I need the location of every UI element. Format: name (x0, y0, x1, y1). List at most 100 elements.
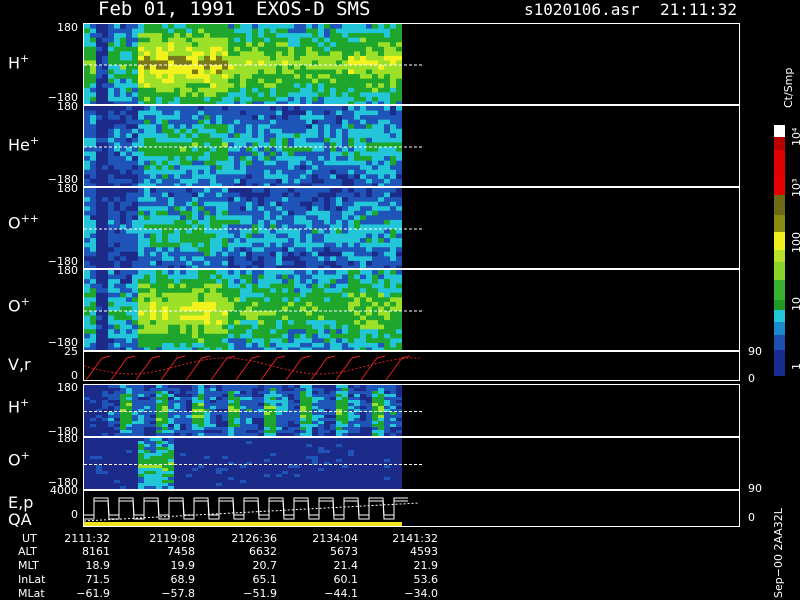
heatmap-cell (354, 301, 360, 307)
heatmap-cell (150, 418, 156, 422)
heatmap-cell (354, 137, 360, 143)
heatmap-cell (294, 165, 300, 171)
heatmap-cell (180, 233, 186, 239)
heatmap-cell (270, 338, 276, 344)
heatmap-cell (264, 124, 270, 130)
heatmap-cell (396, 124, 402, 130)
heatmap-cell (96, 24, 102, 30)
heatmap-cell (96, 83, 102, 89)
heatmap-cell (294, 430, 300, 434)
heatmap-cell (360, 219, 366, 225)
heatmap-cell (282, 160, 288, 166)
heatmap-cell (96, 69, 102, 75)
heatmap-cell (132, 279, 138, 285)
heatmap-cell (276, 110, 282, 116)
heatmap-cell (174, 297, 180, 303)
heatmap-cell (180, 403, 186, 407)
heatmap-cell (198, 238, 204, 244)
heatmap-cell (222, 156, 228, 162)
heatmap-cell (96, 96, 102, 102)
heatmap-cell (294, 197, 300, 203)
heatmap-cell (234, 197, 240, 203)
heatmap-cell (114, 388, 120, 392)
heatmap-cell (390, 400, 396, 404)
heatmap-cell (306, 403, 312, 407)
heatmap-cell (186, 219, 192, 225)
heatmap-cell (84, 96, 90, 102)
heatmap-cell (366, 74, 372, 80)
heatmap-cell (108, 165, 114, 171)
heatmap-cell (168, 260, 174, 266)
heatmap-cell (270, 42, 276, 48)
heatmap-cell (246, 115, 252, 121)
heatmap-cell (180, 78, 186, 84)
heatmap-cell (240, 342, 246, 348)
heatmap-cell (240, 106, 246, 112)
heatmap-cell (174, 403, 180, 407)
heatmap-cell (216, 151, 222, 157)
heatmap-cell (366, 288, 372, 294)
heatmap-cell (210, 201, 216, 207)
heatmap-cell (390, 315, 396, 321)
heatmap-cell (378, 110, 384, 116)
heatmap-cell (192, 233, 198, 239)
heatmap-cell (102, 430, 108, 434)
heatmap-cell (330, 137, 336, 143)
heatmap-cell (192, 297, 198, 303)
heatmap-cell (96, 311, 102, 317)
heatmap-cell (90, 210, 96, 216)
heatmap-cell (306, 215, 312, 221)
heatmap-cell (396, 315, 402, 321)
heatmap-cell (384, 87, 390, 93)
heatmap-cell (294, 124, 300, 130)
heatmap-cell (300, 210, 306, 216)
heatmap-cell (378, 128, 384, 134)
heatmap-cell (336, 55, 342, 61)
heatmap-cell (174, 242, 180, 248)
heatmap-cell (84, 406, 90, 410)
heatmap-cell (288, 338, 294, 344)
heatmap-cell (168, 137, 174, 143)
heatmap-cell (270, 46, 276, 52)
heatmap-cell (336, 415, 342, 419)
heatmap-cell (324, 424, 330, 428)
heatmap-cell (258, 418, 264, 422)
heatmap-cell (90, 418, 96, 422)
heatmap-cell (132, 459, 138, 463)
heatmap-cell (390, 178, 396, 184)
heatmap-cell (132, 24, 138, 30)
heatmap-cell (84, 477, 90, 481)
heatmap-cell (96, 412, 102, 416)
heatmap-cell (192, 427, 198, 431)
heatmap-cell (96, 453, 102, 457)
heatmap-cell (150, 87, 156, 93)
heatmap-cell (258, 251, 264, 257)
heatmap-cell (318, 397, 324, 401)
heatmap-cell (108, 96, 114, 102)
heatmap-cell (384, 28, 390, 34)
heatmap-cell (132, 238, 138, 244)
heatmap-cell (246, 206, 252, 212)
heatmap-cell (210, 256, 216, 262)
heatmap-cell (90, 110, 96, 116)
heatmap-cell (204, 324, 210, 330)
heatmap-cell (282, 283, 288, 289)
heatmap-cell (288, 151, 294, 157)
heatmap-cell (96, 197, 102, 203)
heatmap-cell (108, 459, 114, 463)
heatmap-cell (348, 403, 354, 407)
heatmap-cell (96, 87, 102, 93)
heatmap-cell (102, 69, 108, 75)
heatmap-cell (144, 311, 150, 317)
heatmap-cell (306, 424, 312, 428)
heatmap-cell (132, 55, 138, 61)
heatmap-cell (396, 292, 402, 298)
heatmap-cell (360, 338, 366, 344)
heatmap-cell (390, 151, 396, 157)
heatmap-cell (108, 242, 114, 248)
heatmap-cell (276, 338, 282, 344)
heatmap-cell (114, 471, 120, 475)
heatmap-cell (318, 388, 324, 392)
heatmap-cell (360, 388, 366, 392)
heatmap-cell (102, 229, 108, 235)
